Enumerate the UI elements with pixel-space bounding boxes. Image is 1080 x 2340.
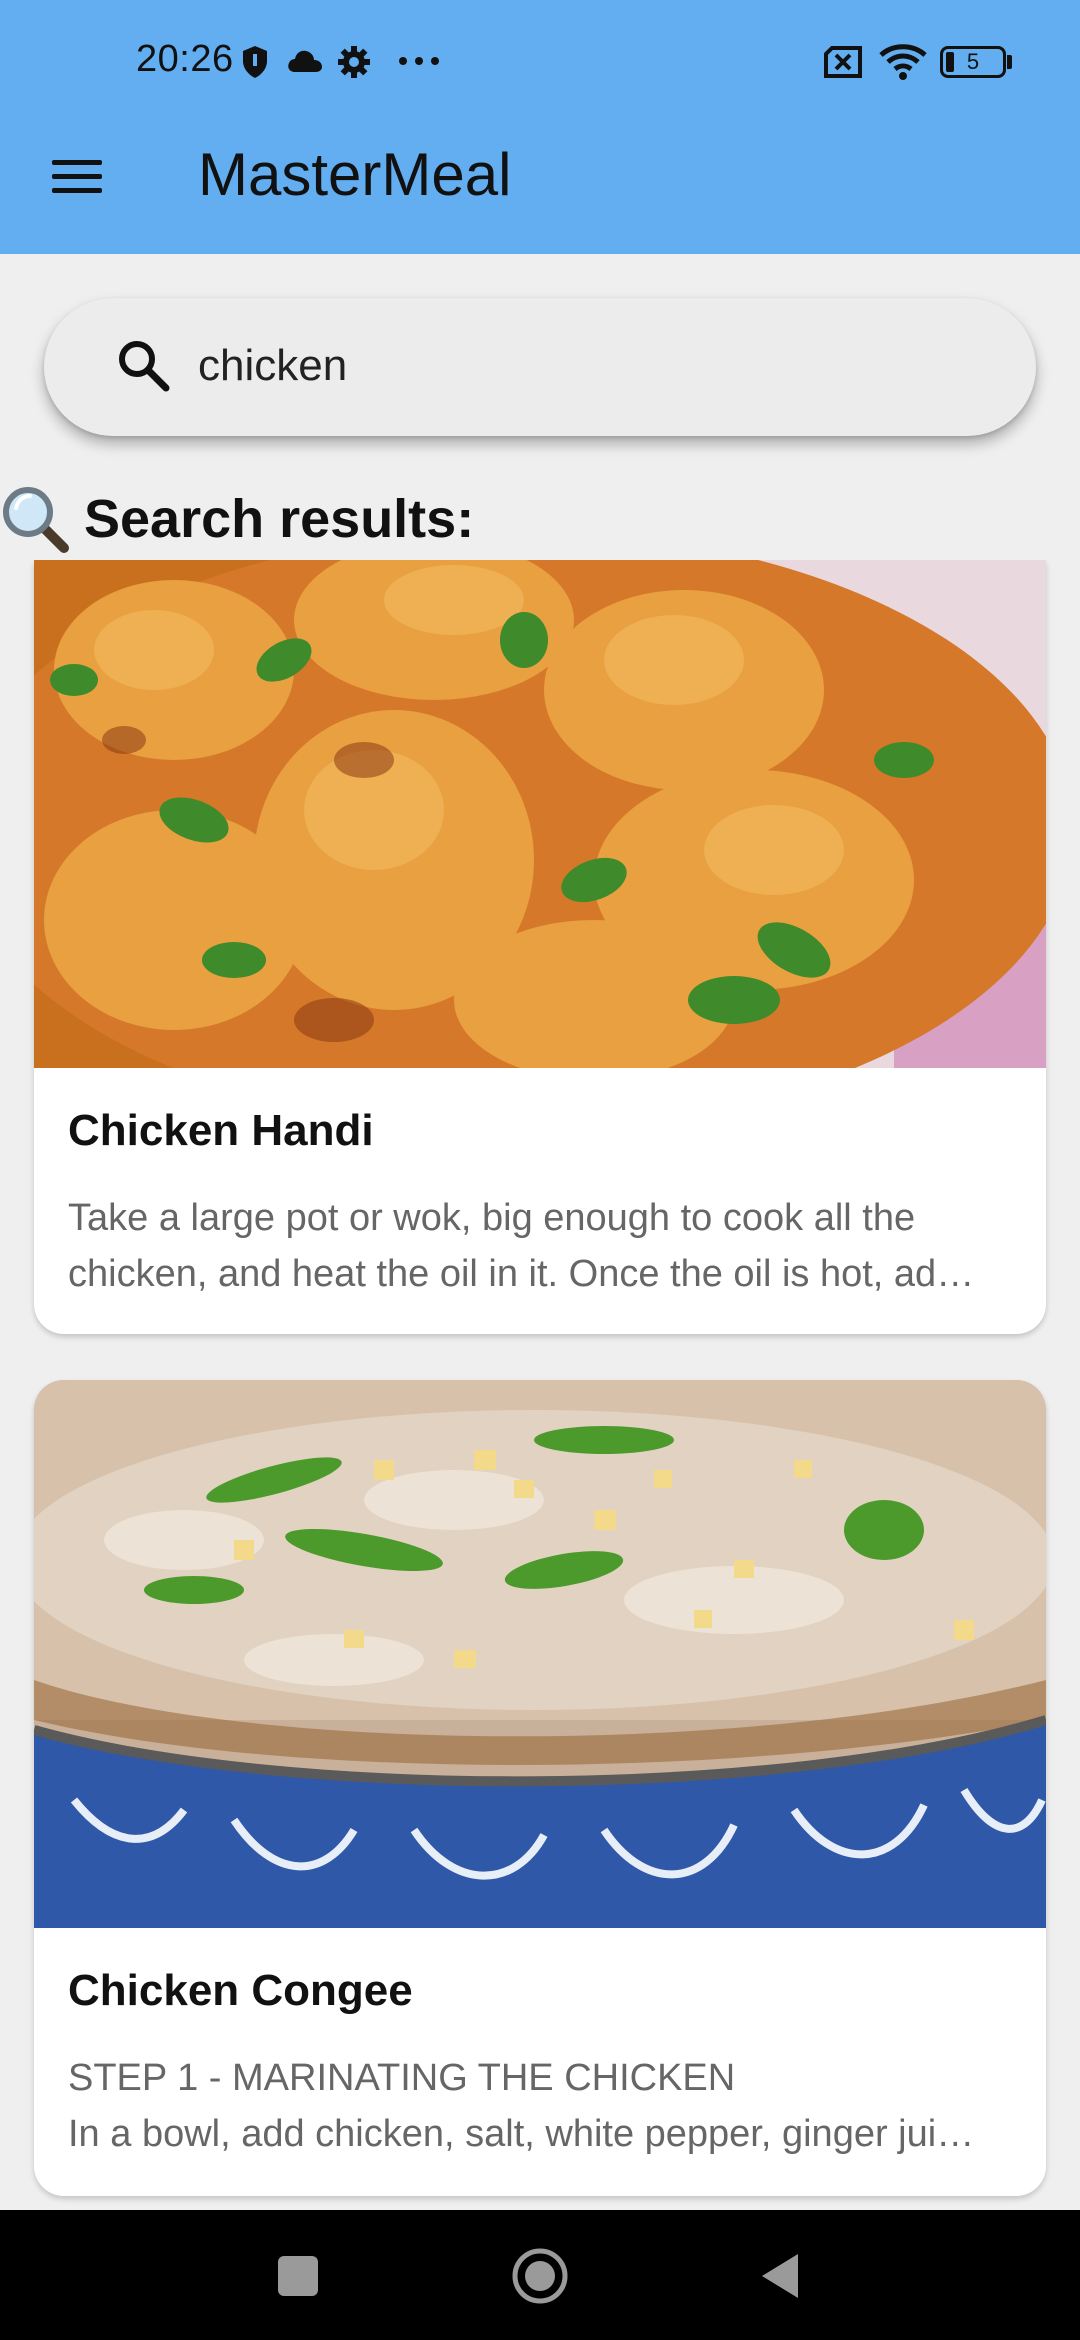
recipe-description-line: STEP 1 - MARINATING THE CHICKEN — [68, 2057, 736, 2099]
recipe-description: Take a large pot or wok, big enough to c… — [68, 1190, 1012, 1302]
screen: 20:26 5 MasterMeal chicken Search result… — [0, 0, 1080, 2340]
recipe-description: STEP 1 - MARINATING THE CHICKEN In a bow… — [68, 2050, 1012, 2162]
sim-off-icon — [824, 46, 862, 78]
recipe-image — [34, 560, 1046, 1068]
recipe-card[interactable]: Chicken Congee STEP 1 - MARINATING THE C… — [34, 1380, 1046, 2196]
more-dots-icon — [399, 57, 439, 65]
recipe-card[interactable]: Chicken Handi Take a large pot or wok, b… — [34, 560, 1046, 1334]
results-list[interactable]: Chicken Handi Take a large pot or wok, b… — [0, 560, 1080, 2210]
cloud-icon — [288, 50, 322, 72]
search-bar[interactable] — [44, 298, 1036, 436]
back-triangle-icon[interactable] — [758, 2252, 802, 2300]
search-input[interactable] — [198, 326, 978, 406]
battery-level: 5 — [966, 49, 980, 74]
gear-icon — [338, 46, 370, 78]
results-heading-label: Search results: — [84, 489, 475, 549]
status-time: 20:26 — [136, 38, 234, 80]
wifi-icon — [879, 44, 927, 80]
recipe-card-body: Chicken Congee STEP 1 - MARINATING THE C… — [34, 1928, 1046, 2162]
magnifying-glass-emoji-icon — [3, 487, 69, 553]
shield-icon — [243, 46, 267, 78]
recipe-description-line: Take a large pot or wok, big enough to c… — [68, 1197, 916, 1239]
recipe-title: Chicken Handi — [68, 1106, 374, 1155]
app-bar: 20:26 5 MasterMeal — [0, 0, 1080, 254]
recipe-title: Chicken Congee — [68, 1966, 413, 2015]
recents-square-icon[interactable] — [276, 2254, 320, 2298]
recipe-description-line: chicken, and heat the oil in it. Once th… — [68, 1253, 975, 1295]
battery-tip — [1007, 55, 1012, 69]
home-circle-icon[interactable] — [510, 2246, 570, 2306]
results-heading: Search results: — [0, 484, 474, 554]
chicken-handi-illustration — [34, 560, 1046, 1068]
chicken-congee-illustration — [34, 1380, 1046, 1928]
search-icon — [119, 341, 170, 392]
battery-icon: 5 — [940, 46, 1006, 78]
app-title: MasterMeal — [198, 141, 512, 208]
recipe-card-body: Chicken Handi Take a large pot or wok, b… — [34, 1068, 1046, 1302]
system-nav-bar — [0, 2210, 1080, 2340]
recipe-image — [34, 1380, 1046, 1928]
recipe-description-line: In a bowl, add chicken, salt, white pepp… — [68, 2113, 975, 2155]
hamburger-menu-icon[interactable] — [40, 144, 114, 208]
